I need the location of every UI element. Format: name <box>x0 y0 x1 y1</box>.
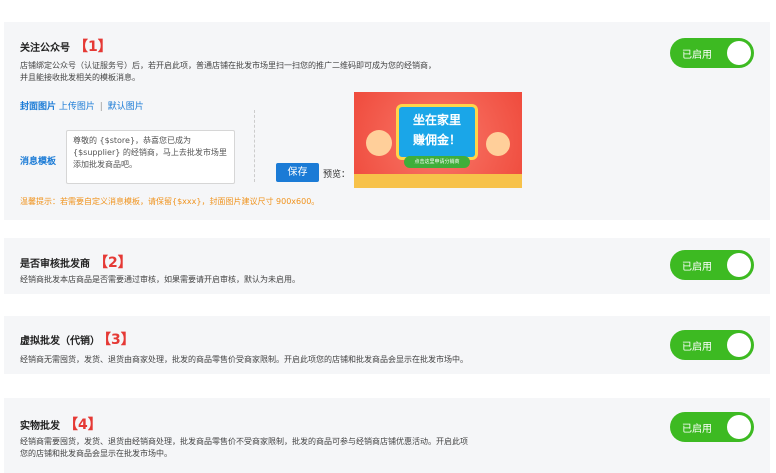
toggle-knob <box>727 253 751 277</box>
message-template-label: 消息模板 <box>20 157 57 167</box>
preview-label: 预览： <box>323 170 351 180</box>
link-separator: | <box>99 102 103 112</box>
divider <box>254 110 255 182</box>
section-number: 【4】 <box>64 417 102 433</box>
cover-image-label: 封面图片 <box>20 102 57 112</box>
cover-image-row: 封面图片 上传图片 | 默认图片 <box>20 99 144 112</box>
toggle-knob <box>727 415 751 439</box>
section-description: 经销商需要囤货，发货、退货由经销商处理，批发商品零售价不受商家限制，批发的商品可… <box>20 437 468 458</box>
toggle-label: 已启用 <box>682 262 712 273</box>
toggle-label: 已启用 <box>682 342 712 353</box>
section-title: 是否审核批发商 【2】 <box>20 255 132 271</box>
ground-strip <box>354 174 522 188</box>
character-illustration <box>486 132 510 156</box>
message-template-textarea[interactable]: 尊敬的 {$store}，恭喜您已成为{$supplier} 的经销商，马上去批… <box>66 130 235 184</box>
toggle-label: 已启用 <box>682 424 712 435</box>
hint-text: 温馨提示：若需要自定义消息模板，请保留{$xxx}，封面图片建议尺寸 900x6… <box>20 197 320 206</box>
cover-apply-strip: 点击这里申请分销商 <box>404 156 470 168</box>
cover-headline: 坐在家里 <box>412 113 461 127</box>
section-title: 实物批发 【4】 <box>20 417 102 433</box>
toggle-label: 已启用 <box>682 50 712 61</box>
toggle-review-dealer[interactable]: 已启用 <box>670 250 754 280</box>
toggle-physical-wholesale[interactable]: 已启用 <box>670 412 754 442</box>
section-number: 【3】 <box>104 332 135 348</box>
toggle-follow-account[interactable]: 已启用 <box>670 38 754 68</box>
character-illustration <box>366 130 392 156</box>
section-title: 关注公众号 【1】 <box>20 39 112 55</box>
toggle-knob <box>727 333 751 357</box>
section-description: 经销商批发本店商品是否需要通过审核，如果需要请开启审核，默认为未启用。 <box>20 275 300 284</box>
upload-image-link[interactable]: 上传图片 <box>59 102 95 112</box>
cover-sign: 坐在家里 赚佣金！ <box>396 104 478 160</box>
setting-card-virtual-wholesale: 虚拟批发（代销） 【3】 经销商无需囤货，发货、退货由商家处理，批发的商品零售价受… <box>4 316 770 374</box>
setting-card-follow-account: 关注公众号 【1】 店铺绑定公众号（认证服务号）后，若开启此项，普通店铺在批发市场… <box>4 22 770 220</box>
section-number: 【2】 <box>94 255 132 271</box>
cover-image-preview: 坐在家里 赚佣金！ 点击这里申请分销商 <box>354 92 522 188</box>
cover-subheadline: 赚佣金！ <box>412 133 461 147</box>
toggle-virtual-wholesale[interactable]: 已启用 <box>670 330 754 360</box>
setting-card-physical-wholesale: 实物批发 【4】 经销商需要囤货，发货、退货由经销商处理，批发商品零售价不受商家限… <box>4 398 770 473</box>
default-image-link[interactable]: 默认图片 <box>108 102 144 112</box>
save-button[interactable]: 保存 <box>276 163 319 182</box>
setting-card-review-dealer: 是否审核批发商 【2】 经销商批发本店商品是否需要通过审核，如果需要请开启审核，默… <box>4 238 770 294</box>
section-number: 【1】 <box>74 39 112 55</box>
toggle-knob <box>727 41 751 65</box>
section-description: 店铺绑定公众号（认证服务号）后，若开启此项，普通店铺在批发市场里扫一扫您的推广二… <box>20 61 436 82</box>
section-title: 虚拟批发（代销） 【3】 <box>20 332 135 348</box>
section-description: 经销商无需囤货，发货、退货由商家处理，批发的商品零售价受商家限制。开启此项您的店… <box>20 355 468 364</box>
